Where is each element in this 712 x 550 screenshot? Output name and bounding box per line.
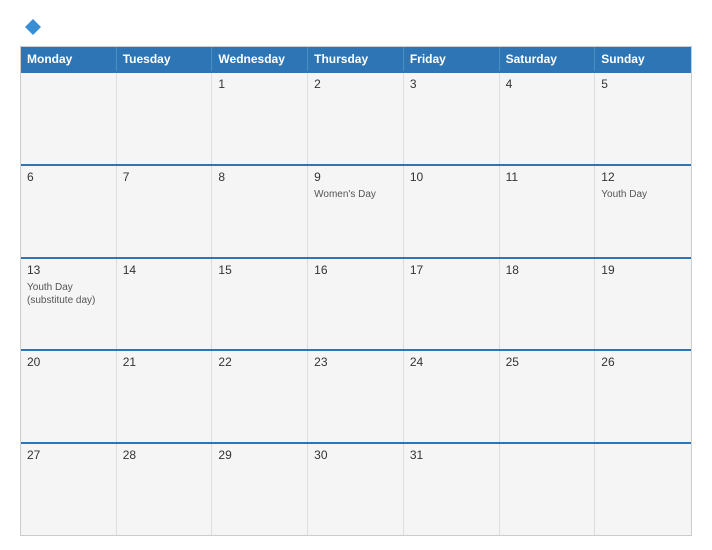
calendar-cell: 11: [500, 166, 596, 257]
day-number: 22: [218, 355, 301, 369]
calendar-week-4: 20 21 22 23 24 25 26: [21, 349, 691, 442]
calendar-cell: 30: [308, 444, 404, 535]
day-number: 28: [123, 448, 206, 462]
calendar-cell: 25: [500, 351, 596, 442]
calendar-cell: 9 Women's Day: [308, 166, 404, 257]
calendar-cell: 1: [212, 73, 308, 164]
day-of-week-monday: Monday: [21, 47, 117, 71]
day-number: 21: [123, 355, 206, 369]
page-header: [20, 18, 692, 36]
day-number: 11: [506, 170, 589, 184]
calendar-body: 123456789Women's Day101112Youth Day13You…: [21, 71, 691, 535]
calendar-cell: [595, 444, 691, 535]
calendar-cell: 6: [21, 166, 117, 257]
calendar-week-5: 27 28 29 30 31: [21, 442, 691, 535]
calendar-cell: 12 Youth Day: [595, 166, 691, 257]
calendar-cell: 16: [308, 259, 404, 350]
calendar-event: Youth Day: [601, 188, 685, 201]
calendar-cell: 14: [117, 259, 213, 350]
day-number: 9: [314, 170, 397, 184]
calendar-cell: 7: [117, 166, 213, 257]
calendar-cell: 10: [404, 166, 500, 257]
calendar-cell: 28: [117, 444, 213, 535]
day-number: 24: [410, 355, 493, 369]
day-number: 23: [314, 355, 397, 369]
calendar-cell: 29: [212, 444, 308, 535]
day-number: 25: [506, 355, 589, 369]
calendar-cell: 23: [308, 351, 404, 442]
calendar-cell: 13 Youth Day (substitute day): [21, 259, 117, 350]
day-number: 15: [218, 263, 301, 277]
day-of-week-friday: Friday: [404, 47, 500, 71]
calendar-cell: 22: [212, 351, 308, 442]
calendar-cell: [500, 444, 596, 535]
day-number: 12: [601, 170, 685, 184]
calendar-event: Youth Day (substitute day): [27, 281, 110, 307]
calendar-cell: 31: [404, 444, 500, 535]
day-number: 31: [410, 448, 493, 462]
day-number: 13: [27, 263, 110, 277]
day-number: 7: [123, 170, 206, 184]
day-number: 14: [123, 263, 206, 277]
day-number: 1: [218, 77, 301, 91]
day-of-week-tuesday: Tuesday: [117, 47, 213, 71]
calendar-cell: 26: [595, 351, 691, 442]
day-number: 8: [218, 170, 301, 184]
calendar-cell: 3: [404, 73, 500, 164]
calendar-week-2: 6789 Women's Day 10 11 12 Youth Day: [21, 164, 691, 257]
day-number: 27: [27, 448, 110, 462]
day-number: 16: [314, 263, 397, 277]
day-of-week-thursday: Thursday: [308, 47, 404, 71]
day-of-week-saturday: Saturday: [500, 47, 596, 71]
logo: [20, 18, 42, 36]
day-number: 6: [27, 170, 110, 184]
day-number: 20: [27, 355, 110, 369]
day-number: 2: [314, 77, 397, 91]
calendar-week-1: 12345: [21, 71, 691, 164]
day-number: 5: [601, 77, 685, 91]
day-number: 3: [410, 77, 493, 91]
day-of-week-wednesday: Wednesday: [212, 47, 308, 71]
calendar-event: Women's Day: [314, 188, 397, 201]
day-number: 30: [314, 448, 397, 462]
day-number: 10: [410, 170, 493, 184]
calendar-cell: 19: [595, 259, 691, 350]
calendar-cell: 4: [500, 73, 596, 164]
day-number: 17: [410, 263, 493, 277]
logo-flag-icon: [24, 18, 42, 36]
calendar-cell: 15: [212, 259, 308, 350]
day-number: 18: [506, 263, 589, 277]
calendar: MondayTuesdayWednesdayThursdayFridaySatu…: [20, 46, 692, 536]
calendar-cell: 8: [212, 166, 308, 257]
calendar-cell: [21, 73, 117, 164]
calendar-cell: 20: [21, 351, 117, 442]
day-number: 29: [218, 448, 301, 462]
day-number: 4: [506, 77, 589, 91]
calendar-cell: 2: [308, 73, 404, 164]
calendar-cell: 18: [500, 259, 596, 350]
calendar-cell: 5: [595, 73, 691, 164]
calendar-week-3: 13 Youth Day (substitute day) 14 15 16 17 18 19: [21, 257, 691, 350]
day-number: 19: [601, 263, 685, 277]
calendar-cell: 24: [404, 351, 500, 442]
calendar-cell: 27: [21, 444, 117, 535]
calendar-cell: 17: [404, 259, 500, 350]
calendar-cell: [117, 73, 213, 164]
calendar-header: MondayTuesdayWednesdayThursdayFridaySatu…: [21, 47, 691, 71]
day-of-week-sunday: Sunday: [595, 47, 691, 71]
day-number: 26: [601, 355, 685, 369]
calendar-cell: 21: [117, 351, 213, 442]
